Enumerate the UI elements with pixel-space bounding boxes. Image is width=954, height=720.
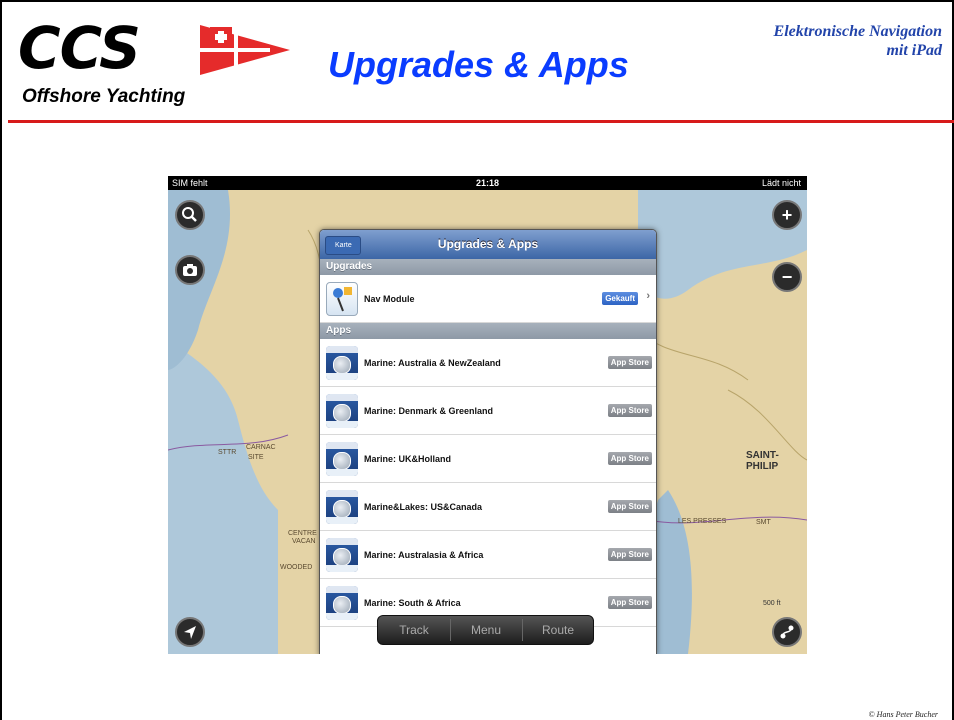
chevron-right-icon: › xyxy=(646,290,650,302)
search-button[interactable] xyxy=(175,200,205,230)
app-store-button[interactable]: App Store xyxy=(607,404,652,417)
app-store-button[interactable]: App Store xyxy=(607,548,652,561)
list-item-label: Marine&Lakes: US&Canada xyxy=(364,502,483,512)
slide-title: Upgrades & Apps xyxy=(328,44,629,85)
list-item-app[interactable]: Marine: Australasia & Africa App Store xyxy=(320,531,656,579)
back-to-map-button[interactable]: Karte xyxy=(325,236,361,255)
map-label-centre: CENTRE xyxy=(288,530,317,537)
map-label-vacan: VACAN xyxy=(292,538,316,545)
list-item-app[interactable]: Marine: Denmark & Greenland App Store xyxy=(320,387,656,435)
purchased-badge: Gekauft xyxy=(602,292,638,305)
status-bar: SIM fehlt 21:18 Lädt nicht xyxy=(168,176,807,190)
list-item-app[interactable]: Marine: UK&Holland App Store xyxy=(320,435,656,483)
ipad-screenshot: SIM fehlt 21:18 Lädt nicht STTR CARNAC S… xyxy=(168,176,807,654)
app-store-button[interactable]: App Store xyxy=(607,596,652,609)
header-divider xyxy=(8,120,954,123)
marine-app-icon xyxy=(326,394,358,428)
copyright-note: © Hans Peter Bucher xyxy=(868,710,938,719)
section-header-upgrades: Upgrades xyxy=(320,259,656,275)
nav-module-icon xyxy=(326,282,358,316)
menu-button[interactable]: Menu xyxy=(450,616,522,644)
location-arrow-icon xyxy=(184,626,196,639)
camera-button[interactable] xyxy=(175,255,205,285)
list-item-app[interactable]: Marine&Lakes: US&Canada App Store xyxy=(320,483,656,531)
popover-title: Upgrades & Apps xyxy=(437,237,539,251)
slide-border-left xyxy=(0,0,2,720)
ccs-logo: CCS xyxy=(18,14,141,82)
route-button[interactable]: Route xyxy=(522,616,594,644)
list-item-label: Marine: Denmark & Greenland xyxy=(364,406,494,416)
bottom-toolbar: Track Menu Route xyxy=(377,615,594,645)
map-label-sttr: STTR xyxy=(218,449,237,456)
locate-button[interactable] xyxy=(175,617,205,647)
map-label-wooded: WOODED xyxy=(280,564,313,571)
map-scale: 500 ft xyxy=(763,600,781,607)
marine-app-icon xyxy=(326,346,358,380)
upgrades-apps-popover: Upgrades & Apps Karte Upgrades Nav Modul… xyxy=(319,229,657,654)
map-label-les-presses: LES PRESSES xyxy=(678,518,727,525)
section-header-apps: Apps xyxy=(320,323,656,339)
marine-app-icon xyxy=(326,586,358,620)
route-tools-icon xyxy=(780,625,794,639)
list-item-label: Marine: Australia & NewZealand xyxy=(364,358,501,368)
map-label-saint-philip: SAINT-PHILIP xyxy=(746,450,779,472)
app-store-button[interactable]: App Store xyxy=(607,356,652,369)
slide-topic-line1: Elektronische Navigation xyxy=(773,23,942,40)
app-store-button[interactable]: App Store xyxy=(607,500,652,513)
marine-app-icon xyxy=(326,538,358,572)
map-label-carnac-site: SITE xyxy=(248,454,264,461)
slide-topic-line2: mit iPad xyxy=(886,42,942,59)
list-item-app[interactable]: Marine: Australia & NewZealand App Store xyxy=(320,339,656,387)
marine-app-icon xyxy=(326,490,358,524)
route-tools-button[interactable] xyxy=(772,617,802,647)
map-label-carnac: CARNAC xyxy=(246,444,276,451)
ccs-flag-logo xyxy=(200,25,290,75)
map-label-smt: SMT xyxy=(756,519,771,526)
status-time: 21:18 xyxy=(475,178,500,188)
slide-topic: Elektronische Navigation mit iPad xyxy=(774,22,942,60)
search-icon xyxy=(182,207,197,222)
logo-subtitle: Offshore Yachting xyxy=(22,86,186,107)
list-item-nav-module[interactable]: Nav Module Gekauft › xyxy=(320,275,656,323)
app-store-button[interactable]: App Store xyxy=(607,452,652,465)
list-item-label: Nav Module xyxy=(364,294,415,304)
track-button[interactable]: Track xyxy=(378,616,450,644)
marine-app-icon xyxy=(326,442,358,476)
zoom-in-button[interactable]: + xyxy=(772,200,802,230)
popover-nav-bar: Upgrades & Apps Karte xyxy=(320,230,656,259)
camera-icon xyxy=(183,264,197,276)
slide-border-top xyxy=(0,0,954,2)
list-item-label: Marine: UK&Holland xyxy=(364,454,452,464)
list-item-label: Marine: Australasia & Africa xyxy=(364,550,484,560)
battery-status: Lädt nicht xyxy=(761,178,801,188)
zoom-out-button[interactable]: − xyxy=(772,262,802,292)
